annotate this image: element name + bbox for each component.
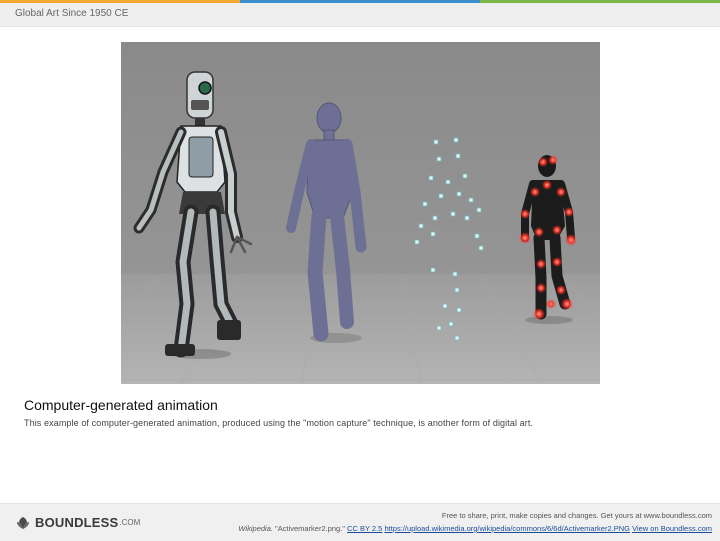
attribution-title: "Activemarker2.png." [272, 524, 348, 533]
license-link[interactable]: CC BY 2.5 [347, 524, 382, 533]
header-title: Global Art Since 1950 CE [15, 8, 129, 19]
boundless-logo[interactable]: BOUNDLESS .COM [15, 515, 140, 530]
figure-caption-text: This example of computer-generated anima… [24, 418, 534, 428]
header-bar: Global Art Since 1950 CE [0, 3, 720, 27]
motion-capture-illustration [121, 42, 600, 384]
attribution-source: Wikipedia. [238, 524, 273, 533]
logo-suffix: .COM [119, 518, 141, 527]
footer-attribution: Wikipedia. "Activemarker2.png." CC BY 2.… [238, 524, 712, 533]
footer-license-notice: Free to share, print, make copies and ch… [441, 511, 712, 520]
motion-capture-figure [121, 42, 600, 384]
footer-bar: BOUNDLESS .COM Free to share, print, make… [0, 503, 720, 541]
figure-caption-title: Computer-generated animation [24, 397, 218, 413]
view-on-boundless-link[interactable]: View on Boundless.com [632, 524, 712, 533]
boundless-leaf-icon [17, 516, 29, 529]
image-url-link[interactable]: https://upload.wikimedia.org/wikipedia/c… [384, 524, 630, 533]
logo-text: BOUNDLESS [35, 515, 119, 530]
